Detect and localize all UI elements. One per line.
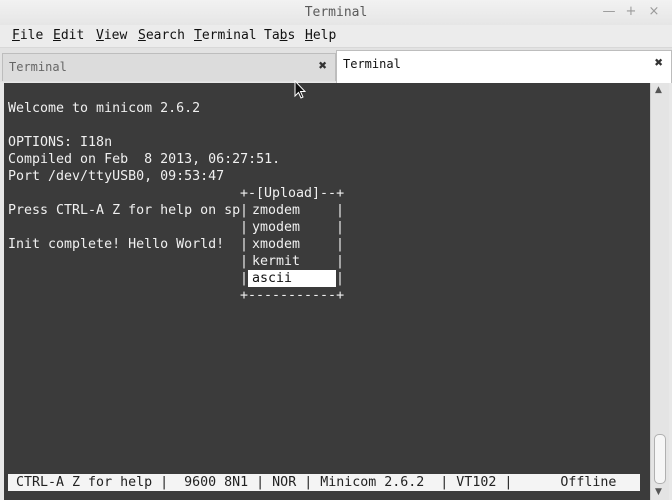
popup-right-border: | <box>336 237 345 252</box>
close-window-button[interactable]: × <box>647 4 661 19</box>
minimize-button[interactable]: — <box>602 4 616 19</box>
terminal-line: Compiled on Feb 8 2013, 06:27:51. <box>8 152 281 167</box>
arrow-down-icon[interactable]: ▼ <box>655 487 662 497</box>
menu-view[interactable]: View <box>96 28 127 43</box>
terminal-line: Port /dev/ttyUSB0, 09:53:47 <box>8 169 225 184</box>
popup-right-border: | <box>336 203 345 218</box>
popup-left-border: | <box>240 254 249 269</box>
popup-right-border: | <box>336 254 345 269</box>
tab-terminal-1[interactable]: Terminal ✖ <box>2 53 336 81</box>
upload-option-ymodem[interactable]: ymodem <box>248 219 336 236</box>
tab-terminal-2[interactable]: Terminal ✖ <box>336 50 672 83</box>
mouse-pointer-icon <box>294 80 306 99</box>
popup-right-border: | <box>336 220 345 235</box>
upload-option-ascii[interactable]: ascii <box>248 270 336 287</box>
close-icon[interactable]: ✖ <box>319 58 327 74</box>
terminal-line: Welcome to minicom 2.6.2 <box>8 101 201 116</box>
upload-popup-top-border: +-[Upload]--+ <box>240 186 345 201</box>
close-icon[interactable]: ✖ <box>655 55 663 71</box>
upload-option-kermit[interactable]: kermit <box>248 253 336 270</box>
terminal-line: Init complete! Hello World! <box>8 237 225 252</box>
menu-tabs[interactable]: Tabs <box>264 28 295 43</box>
minicom-status-line: CTRL-A Z for help | 9600 8N1 | NOR | Min… <box>8 474 640 491</box>
upload-popup-bottom-border: +-----------+ <box>240 288 345 303</box>
menu-bar: File Edit View Search Terminal Tabs Help <box>0 25 672 48</box>
terminal-area[interactable]: Welcome to minicom 2.6.2 OPTIONS: I18n C… <box>4 83 650 500</box>
scrollbar-thumb[interactable] <box>654 434 666 484</box>
tab-label: Terminal <box>343 57 401 71</box>
scrollbar[interactable]: ▲ ▼ <box>650 83 669 500</box>
popup-left-border: | <box>240 220 249 235</box>
terminal-line: Press CTRL-A Z for help on sp <box>8 203 241 218</box>
menu-help[interactable]: Help <box>305 28 336 43</box>
menu-search[interactable]: Search <box>138 28 185 43</box>
popup-left-border: | <box>240 271 249 286</box>
terminal-line: OPTIONS: I18n <box>8 135 113 150</box>
window-title: Terminal <box>304 5 368 20</box>
menu-terminal[interactable]: Terminal <box>194 28 257 43</box>
tab-label: Terminal <box>9 60 67 74</box>
menu-file[interactable]: File <box>12 28 43 43</box>
menu-edit[interactable]: Edit <box>53 28 84 43</box>
popup-left-border: | <box>240 203 249 218</box>
title-bar: Terminal — + × <box>0 0 672 25</box>
upload-option-zmodem[interactable]: zmodem <box>248 202 336 219</box>
popup-left-border: | <box>240 237 249 252</box>
upload-option-xmodem[interactable]: xmodem <box>248 236 336 253</box>
popup-right-border: | <box>336 271 345 286</box>
maximize-button[interactable]: + <box>624 4 638 19</box>
tab-bar: Terminal ✖ Terminal ✖ <box>0 48 672 83</box>
arrow-up-icon[interactable]: ▲ <box>655 85 662 95</box>
